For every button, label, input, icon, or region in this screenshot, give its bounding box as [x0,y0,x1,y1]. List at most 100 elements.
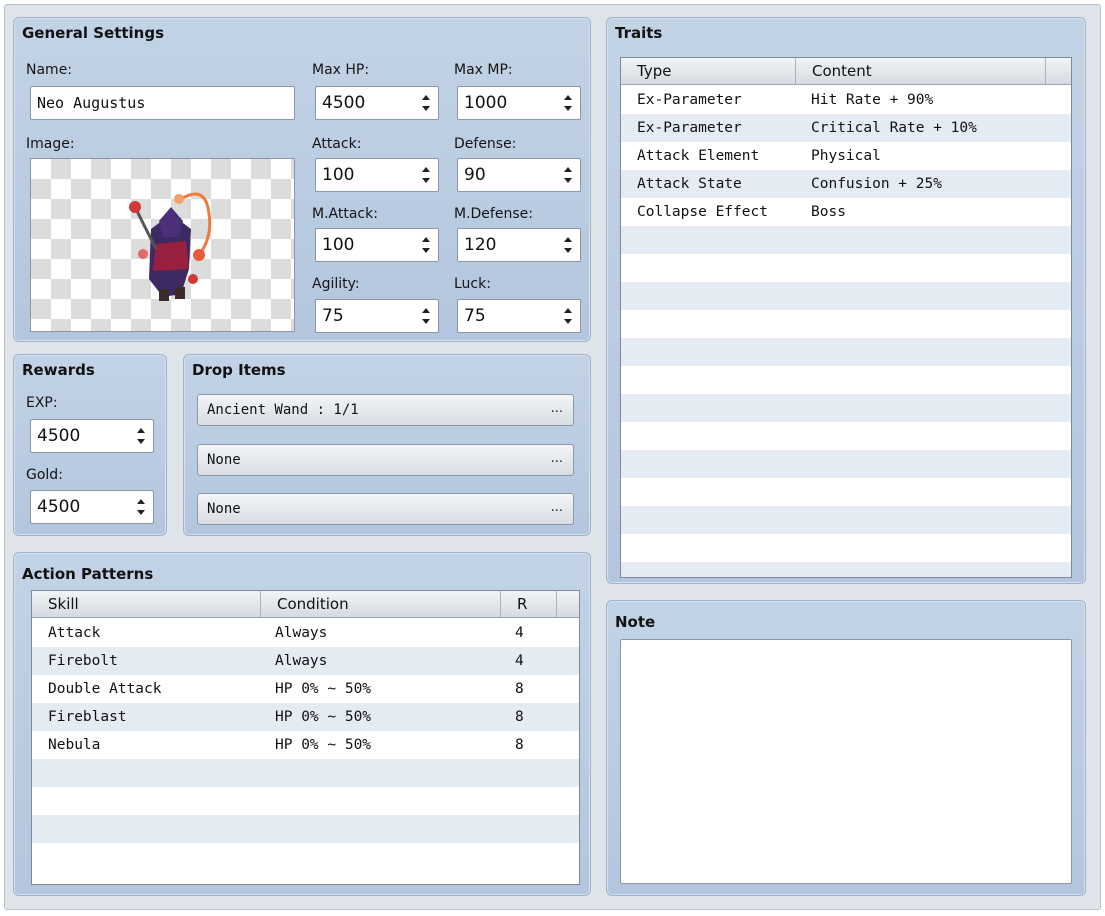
action-patterns-title: Action Patterns [22,565,154,583]
empty-row[interactable] [32,815,579,843]
attack-stepper[interactable]: 100 [315,158,439,192]
table-row[interactable]: Attack State Confusion + 25% [621,170,1071,198]
drop-item-2[interactable]: None ... [197,444,574,476]
empty-row[interactable] [621,310,1071,338]
empty-row[interactable] [621,254,1071,282]
column-header-content[interactable]: Content [796,58,1046,85]
drop-item-2-label: None [207,452,241,468]
empty-row[interactable] [621,478,1071,506]
column-header-condition[interactable]: Condition [261,591,501,618]
content-cell: Boss [811,204,846,220]
empty-row[interactable] [621,338,1071,366]
type-cell: Ex-Parameter [637,120,742,136]
spinner-arrows-icon[interactable] [562,92,574,114]
general-settings-panel: General Settings Name: Neo Augustus Imag… [13,17,591,342]
skill-cell: Attack [48,625,101,641]
spinner-arrows-icon[interactable] [135,496,147,518]
attack-label: Attack: [312,136,362,152]
note-textarea[interactable] [620,639,1072,884]
gold-label: Gold: [26,467,63,483]
note-title: Note [615,613,656,631]
column-header-skill[interactable]: Skill [32,591,261,618]
table-row[interactable]: Fireblast HP 0% ~ 50% 8 [32,703,579,731]
enemy-editor: General Settings Name: Neo Augustus Imag… [4,4,1101,910]
attack-value: 100 [322,165,355,185]
skill-cell: Nebula [48,737,101,753]
spinner-arrows-icon[interactable] [420,92,432,114]
defense-stepper[interactable]: 90 [457,158,581,192]
empty-row[interactable] [32,759,579,787]
exp-stepper[interactable]: 4500 [30,419,154,453]
empty-row[interactable] [32,787,579,815]
skill-cell: Firebolt [48,653,118,669]
column-header-r[interactable]: R [501,591,557,618]
gold-stepper[interactable]: 4500 [30,490,154,524]
empty-row[interactable] [621,506,1071,534]
table-row[interactable]: Double Attack HP 0% ~ 50% 8 [32,675,579,703]
drop-item-3[interactable]: None ... [197,493,574,525]
action-patterns-table[interactable]: Skill Condition R Attack Always 4 Firebolt… [31,590,580,885]
type-cell: Collapse Effect [637,204,768,220]
skill-cell: Fireblast [48,709,127,725]
table-row[interactable]: Attack Element Physical [621,142,1071,170]
name-input[interactable]: Neo Augustus [30,86,295,120]
table-row[interactable]: Attack Always 4 [32,619,579,647]
table-row[interactable]: Nebula HP 0% ~ 50% 8 [32,731,579,759]
drop-item-1[interactable]: Ancient Wand : 1/1 ... [197,394,574,426]
column-header-type[interactable]: Type [621,58,796,85]
empty-row[interactable] [621,534,1071,562]
luck-value: 75 [464,306,486,326]
rewards-title: Rewards [22,361,95,379]
note-panel: Note [606,600,1086,896]
rating-cell: 4 [515,625,524,641]
empty-row[interactable] [621,282,1071,310]
empty-row[interactable] [32,843,579,871]
spinner-arrows-icon[interactable] [420,164,432,186]
spinner-arrows-icon[interactable] [135,425,147,447]
empty-row[interactable] [621,394,1071,422]
table-header: Skill Condition R [32,591,579,618]
content-cell: Physical [811,148,881,164]
mdefense-stepper[interactable]: 120 [457,228,581,262]
traits-table[interactable]: Type Content Ex-Parameter Hit Rate + 90% … [620,57,1072,578]
condition-cell: Always [275,625,328,641]
general-settings-title: General Settings [22,24,165,42]
max-mp-stepper[interactable]: 1000 [457,86,581,120]
max-hp-label: Max HP: [312,62,370,78]
spinner-arrows-icon[interactable] [562,164,574,186]
table-row[interactable]: Collapse Effect Boss [621,198,1071,226]
empty-row[interactable] [621,366,1071,394]
luck-stepper[interactable]: 75 [457,299,581,333]
empty-row[interactable] [621,450,1071,478]
name-label: Name: [26,62,73,78]
type-cell: Attack Element [637,148,760,164]
action-patterns-panel: Action Patterns Skill Condition R Attack… [13,552,591,896]
table-row[interactable]: Ex-Parameter Hit Rate + 90% [621,86,1071,114]
defense-label: Defense: [454,136,517,152]
max-hp-value: 4500 [322,93,366,113]
agility-stepper[interactable]: 75 [315,299,439,333]
empty-row[interactable] [621,562,1071,577]
condition-cell: Always [275,653,328,669]
image-label: Image: [26,136,75,152]
exp-label: EXP: [26,395,58,411]
spinner-arrows-icon[interactable] [420,234,432,256]
spinner-arrows-icon[interactable] [562,234,574,256]
empty-row[interactable] [621,422,1071,450]
content-cell: Critical Rate + 10% [811,120,977,136]
spinner-arrows-icon[interactable] [562,305,574,327]
mattack-label: M.Attack: [312,206,378,222]
table-row[interactable]: Firebolt Always 4 [32,647,579,675]
exp-value: 4500 [37,426,81,446]
type-cell: Attack State [637,176,742,192]
spinner-arrows-icon[interactable] [420,305,432,327]
mattack-stepper[interactable]: 100 [315,228,439,262]
max-hp-stepper[interactable]: 4500 [315,86,439,120]
table-header: Type Content [621,58,1071,85]
image-selector[interactable] [30,158,295,332]
rating-cell: 8 [515,737,524,753]
table-row[interactable]: Ex-Parameter Critical Rate + 10% [621,114,1071,142]
empty-row[interactable] [621,226,1071,254]
drop-item-1-label: Ancient Wand : 1/1 [207,402,359,418]
drop-item-3-label: None [207,501,241,517]
